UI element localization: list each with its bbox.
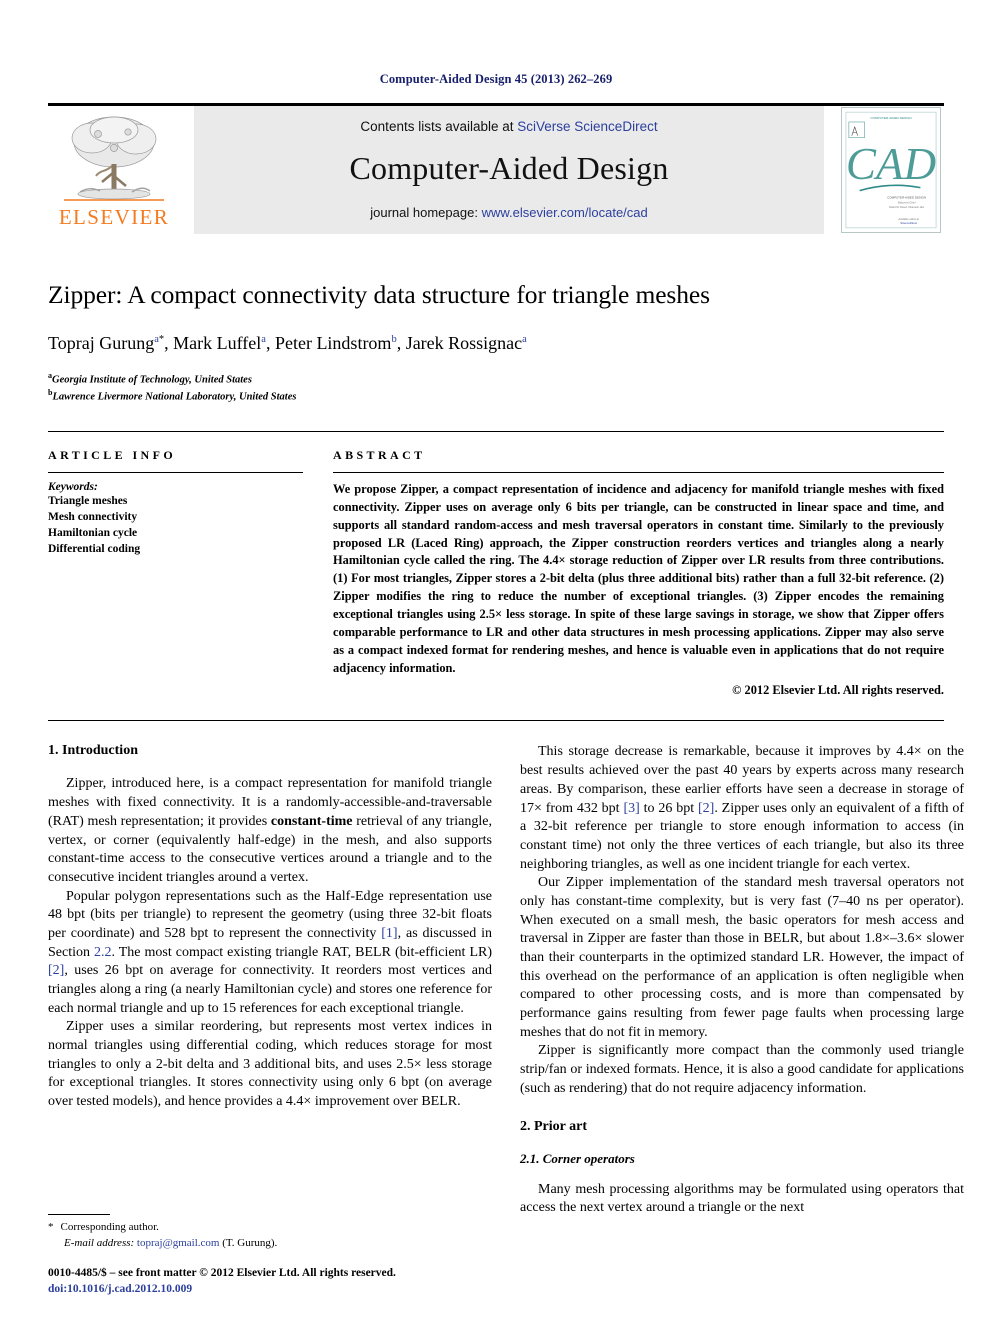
paragraph: Zipper is significantly more compact tha… (520, 1043, 964, 1096)
author-separator: , (396, 332, 406, 353)
issn-copyright-line: 0010-4485/$ – see front matter © 2012 El… (48, 1266, 396, 1279)
author-name: Topraj Gurung (48, 332, 155, 353)
author-name: Peter Lindstrom (274, 332, 392, 353)
body-columns: 1. Introduction Zipper, introduced here,… (48, 720, 964, 1217)
email-label: E-mail address: (64, 1236, 135, 1249)
paragraph-text: to 26 bpt (639, 800, 698, 816)
section-heading-prior-art: 2. Prior art (520, 1118, 587, 1134)
paragraph-text: . The most compact existing triangle RAT… (111, 944, 493, 960)
author-list: Topraj Gurunga*, Mark Luffela, Peter Lin… (48, 333, 944, 354)
affil-text: Lawrence Livermore National Laboratory, … (52, 391, 297, 403)
info-abstract-band: ARTICLE INFO Keywords: Triangle meshes M… (48, 431, 944, 698)
corresponding-author-note: * Corresponding author. (48, 1220, 492, 1236)
imprint-block: 0010-4485/$ – see front matter © 2012 El… (48, 1265, 492, 1297)
email-note: E-mail address: topraj@gmail.com (T. Gur… (48, 1236, 492, 1252)
elsevier-wordmark: ELSEVIER (58, 205, 170, 229)
author-separator: , (265, 332, 275, 353)
email-link[interactable]: topraj@gmail.com (137, 1237, 220, 1249)
paragraph: Our Zipper implementation of the standar… (520, 875, 964, 1040)
paragraph-text: , uses 26 bpt on average for connectivit… (48, 963, 492, 1016)
publisher-logo-block: ELSEVIER (48, 106, 180, 234)
author-item: Mark Luffela (173, 333, 266, 353)
abstract-heading: ABSTRACT (333, 448, 426, 463)
svg-text:CAD: CAD (846, 139, 936, 189)
keyword-item: Mesh connectivity (48, 510, 138, 523)
contents-prefix: Contents lists available at (360, 119, 518, 134)
author-item: Peter Lindstromb (275, 333, 397, 353)
body-column-right: This storage decrease is remarkable, bec… (520, 743, 964, 1217)
title-block: Zipper: A compact connectivity data stru… (48, 234, 944, 405)
author-item: Topraj Gurunga* (48, 333, 164, 353)
section-heading-introduction: 1. Introduction (48, 743, 138, 759)
citation-link[interactable]: [2] (698, 801, 714, 816)
abstract-column: ABSTRACT We propose Zipper, a compact re… (333, 448, 944, 698)
abstract-text: We propose Zipper, a compact representat… (333, 482, 944, 675)
paper-page: Computer-Aided Design 45 (2013) 262–269 (0, 0, 992, 1323)
subsection-heading-corner-operators: 2.1. Corner operators (520, 1150, 635, 1166)
running-head: Computer-Aided Design 45 (2013) 262–269 (379, 72, 613, 86)
abstract-copyright: © 2012 Elsevier Ltd. All rights reserved… (732, 683, 944, 698)
doi-link[interactable]: doi:10.1016/j.cad.2012.10.009 (48, 1281, 492, 1297)
affiliation-b: bLawrence Livermore National Laboratory,… (48, 387, 944, 405)
citation-link[interactable]: [1] (381, 926, 397, 941)
paragraph: Zipper, introduced here, is a compact re… (48, 775, 492, 887)
keywords-label: Keywords: (48, 481, 98, 494)
abstract-rule (333, 472, 944, 474)
footnote-rule (48, 1213, 110, 1215)
elsevier-tree-icon (64, 116, 164, 201)
author-name: Jarek Rossignac (405, 332, 523, 353)
svg-text:ScienceDirect: ScienceDirect (900, 221, 917, 225)
affil-text: Georgia Institute of Technology, United … (52, 374, 252, 386)
svg-text:Available online at: Available online at (898, 218, 919, 221)
emphasis-constant-time: constant-time (270, 813, 353, 829)
author-name: Mark Luffel (173, 332, 262, 353)
paragraph: Popular polygon representations such as … (48, 888, 492, 1019)
journal-masthead: ELSEVIER Contents lists available at Sci… (48, 103, 944, 234)
article-info-rule (48, 472, 303, 474)
paragraph: Many mesh processing algorithms may be f… (520, 1181, 964, 1216)
article-info-heading: ARTICLE INFO (48, 448, 177, 463)
paragraph: This storage decrease is remarkable, bec… (520, 743, 964, 874)
svg-text:Editors-in-Chief: Editors-in-Chief (898, 201, 916, 204)
footnote-block: * Corresponding author. E-mail address: t… (48, 1213, 492, 1297)
author-item: Jarek Rossignaca (406, 333, 527, 353)
corresponding-author-text: Corresponding author. (60, 1220, 159, 1233)
author-separator: , (164, 332, 174, 353)
journal-homepage-link[interactable]: www.elsevier.com/locate/cad (482, 205, 648, 220)
citation-link[interactable]: [3] (623, 801, 639, 816)
journal-title: Computer-Aided Design (349, 150, 669, 186)
contents-available-line: Contents lists available at SciVerse Sci… (360, 119, 657, 134)
citation-link[interactable]: [2] (48, 963, 64, 978)
keyword-item: Triangle meshes (48, 495, 128, 508)
article-info-column: ARTICLE INFO Keywords: Triangle meshes M… (48, 448, 303, 698)
keyword-item: Differential coding (48, 542, 141, 555)
body-column-left: 1. Introduction Zipper, introduced here,… (48, 743, 492, 1111)
masthead-center: Contents lists available at SciVerse Sci… (194, 106, 824, 234)
svg-text:COMPUTER-AIDED DESIGN: COMPUTER-AIDED DESIGN (870, 116, 911, 120)
email-owner: (T. Gurung). (222, 1236, 278, 1249)
author-affil-mark: a (522, 333, 527, 345)
sciencedirect-link[interactable]: SciVerse ScienceDirect (517, 119, 657, 134)
journal-homepage-line: journal homepage: www.elsevier.com/locat… (370, 205, 648, 220)
page-title: Zipper: A compact connectivity data stru… (48, 280, 710, 309)
affiliation-a: aGeorgia Institute of Technology, United… (48, 370, 944, 388)
svg-text:David W. Rosen / Ramesh Jain: David W. Rosen / Ramesh Jain (889, 206, 925, 209)
section-crossref-link[interactable]: 2.2 (94, 945, 112, 960)
keyword-item: Hamiltonian cycle (48, 526, 138, 539)
journal-cover-icon: COMPUTER-AIDED DESIGN CAD COMPUTER-AIDED… (841, 107, 941, 233)
homepage-prefix: journal homepage: (370, 205, 482, 220)
svg-text:COMPUTER-AIDED DESIGN: COMPUTER-AIDED DESIGN (887, 195, 926, 199)
footnote-star: * (48, 1220, 54, 1233)
paragraph: Zipper uses a similar reordering, but re… (48, 1019, 492, 1110)
journal-cover-block: COMPUTER-AIDED DESIGN CAD COMPUTER-AIDED… (838, 106, 944, 234)
